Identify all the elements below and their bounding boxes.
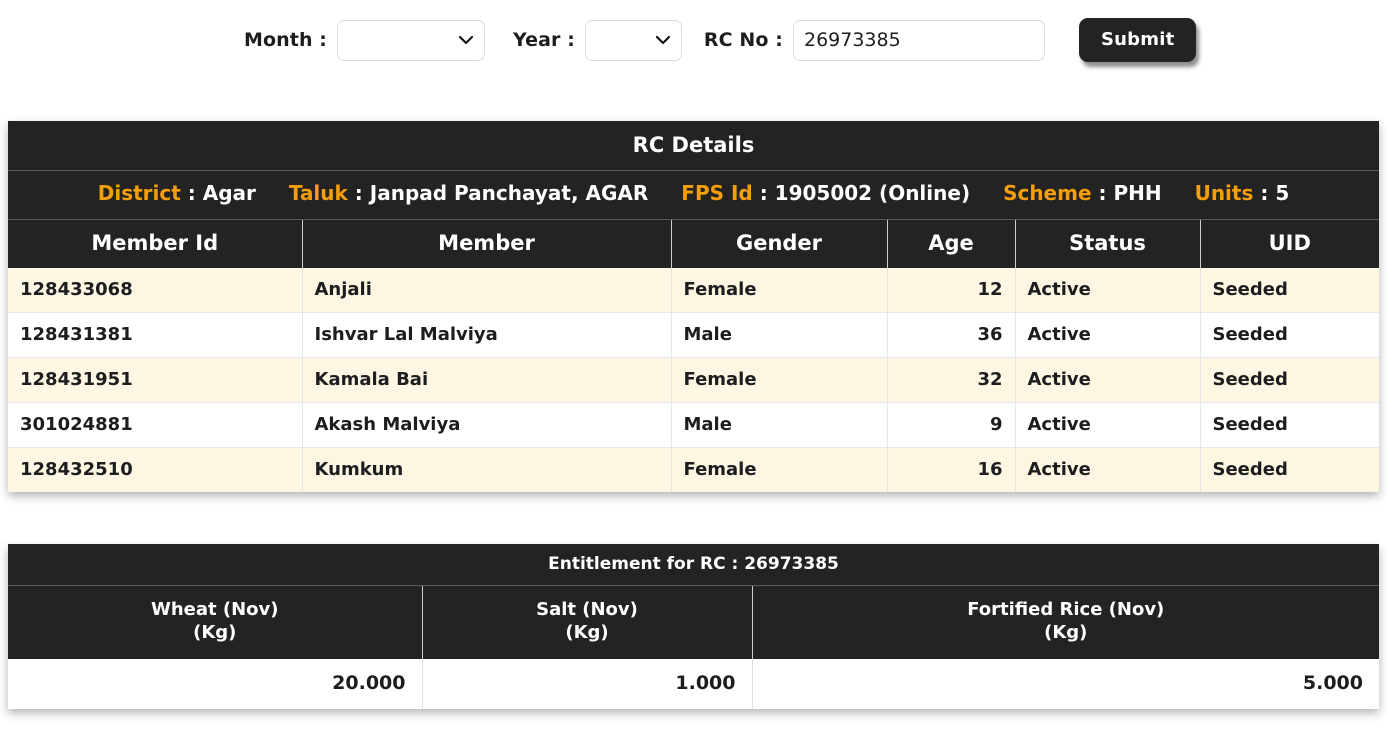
cell-uid: Seeded xyxy=(1200,447,1379,492)
col-member-id: Member Id xyxy=(8,219,303,268)
meta-fps-id-key: FPS Id xyxy=(681,181,753,205)
filter-bar: Month : Year : RC No : Submit xyxy=(0,0,1387,76)
cell-salt-value: 1.000 xyxy=(422,659,753,710)
col-member: Member xyxy=(302,219,672,268)
meta-taluk: Taluk : Janpad Panchayat, AGAR xyxy=(289,181,655,205)
meta-scheme-sep: : xyxy=(1091,181,1114,205)
meta-fps-id-value: 1905002 (Online) xyxy=(774,181,971,205)
table-row: 128431951 Kamala Bai Female 32 Active Se… xyxy=(8,357,1379,403)
col-wheat: Wheat (Nov) (Kg) xyxy=(8,585,423,660)
col-fortified-rice-unit: (Kg) xyxy=(1044,622,1088,644)
entitlement-title: Entitlement for RC : 26973385 xyxy=(8,543,1379,586)
meta-fps-id: FPS Id : 1905002 (Online) xyxy=(681,181,977,205)
meta-district: District : Agar xyxy=(98,181,263,205)
col-salt: Salt (Nov) (Kg) xyxy=(422,585,753,660)
col-fortified-rice: Fortified Rice (Nov) (Kg) xyxy=(752,585,1379,660)
cell-member: Kamala Bai xyxy=(302,357,672,403)
members-header-row: Member Id Member Gender Age Status UID xyxy=(8,219,1379,268)
cell-member: Akash Malviya xyxy=(302,402,672,448)
members-table-head: Member Id Member Gender Age Status UID xyxy=(8,219,1379,268)
cell-status: Active xyxy=(1015,357,1201,403)
col-salt-unit: (Kg) xyxy=(565,622,609,644)
meta-scheme-value: PHH xyxy=(1113,181,1162,205)
meta-units-sep: : xyxy=(1253,181,1276,205)
rc-details-title: RC Details xyxy=(8,121,1379,171)
entitlement-panel: Entitlement for RC : 26973385 Wheat (Nov… xyxy=(8,543,1379,710)
meta-units-key: Units xyxy=(1194,181,1254,205)
rc-no-label: RC No : xyxy=(703,29,783,51)
rc-meta-row: District : Agar Taluk : Janpad Panchayat… xyxy=(8,171,1379,220)
col-age: Age xyxy=(887,219,1016,268)
cell-uid: Seeded xyxy=(1200,357,1379,403)
entitlement-table-head: Wheat (Nov) (Kg) Salt (Nov) (Kg) Fortifi… xyxy=(8,585,1379,660)
entitlement-table: Wheat (Nov) (Kg) Salt (Nov) (Kg) Fortifi… xyxy=(8,585,1379,710)
cell-wheat-value: 20.000 xyxy=(8,659,423,710)
meta-taluk-key: Taluk xyxy=(288,181,348,205)
cell-uid: Seeded xyxy=(1200,402,1379,448)
cell-status: Active xyxy=(1015,312,1201,358)
rc-details-panel: RC Details District : Agar Taluk : Janpa… xyxy=(8,121,1379,492)
col-uid: UID xyxy=(1200,219,1379,268)
table-row: 128432510 Kumkum Female 16 Active Seeded xyxy=(8,447,1379,492)
entitlement-header-row: Wheat (Nov) (Kg) Salt (Nov) (Kg) Fortifi… xyxy=(8,585,1379,660)
meta-units-value: 5 xyxy=(1275,181,1290,205)
cell-member: Ishvar Lal Malviya xyxy=(302,312,672,358)
cell-member-id: 128433068 xyxy=(8,267,303,313)
cell-status: Active xyxy=(1015,447,1201,492)
col-gender: Gender xyxy=(671,219,888,268)
entitlement-table-body: 20.000 1.000 5.000 xyxy=(8,659,1379,710)
cell-member-id: 128431381 xyxy=(8,312,303,358)
cell-uid: Seeded xyxy=(1200,312,1379,358)
col-wheat-name: Wheat (Nov) xyxy=(150,598,279,620)
cell-fortified-rice-value: 5.000 xyxy=(752,659,1379,710)
cell-uid: Seeded xyxy=(1200,267,1379,313)
cell-gender: Female xyxy=(671,357,888,403)
table-row: 20.000 1.000 5.000 xyxy=(8,659,1379,710)
cell-age: 32 xyxy=(887,357,1016,403)
meta-district-sep: : xyxy=(180,181,203,205)
year-label: Year : xyxy=(513,29,575,51)
col-salt-name: Salt (Nov) xyxy=(536,598,638,620)
cell-gender: Female xyxy=(671,267,888,313)
cell-gender: Female xyxy=(671,447,888,492)
page-root: Month : Year : RC No : Submit RC Details… xyxy=(0,0,1387,737)
cell-gender: Male xyxy=(671,402,888,448)
cell-member-id: 128432510 xyxy=(8,447,303,492)
meta-fps-id-sep: : xyxy=(752,181,775,205)
month-label: Month : xyxy=(244,29,328,51)
year-select-wrapper xyxy=(575,19,682,61)
col-wheat-unit: (Kg) xyxy=(193,622,237,644)
meta-taluk-sep: : xyxy=(347,181,370,205)
cell-age: 9 xyxy=(887,402,1016,448)
rc-no-input[interactable] xyxy=(792,19,1045,61)
meta-scheme: Scheme : PHH xyxy=(1003,181,1169,205)
meta-district-value: Agar xyxy=(202,181,256,205)
cell-status: Active xyxy=(1015,402,1201,448)
meta-scheme-key: Scheme xyxy=(1003,181,1092,205)
month-select-wrapper xyxy=(327,19,486,61)
cell-age: 36 xyxy=(887,312,1016,358)
month-select[interactable] xyxy=(337,19,486,61)
col-status: Status xyxy=(1015,219,1201,268)
table-row: 128431381 Ishvar Lal Malviya Male 36 Act… xyxy=(8,312,1379,358)
submit-button[interactable]: Submit xyxy=(1078,18,1197,62)
table-row: 301024881 Akash Malviya Male 9 Active Se… xyxy=(8,402,1379,448)
table-row: 128433068 Anjali Female 12 Active Seeded xyxy=(8,267,1379,313)
meta-units: Units : 5 xyxy=(1195,181,1290,205)
cell-gender: Male xyxy=(671,312,888,358)
members-table-body: 128433068 Anjali Female 12 Active Seeded… xyxy=(8,267,1379,492)
cell-member-id: 301024881 xyxy=(8,402,303,448)
col-fortified-rice-name: Fortified Rice (Nov) xyxy=(967,598,1165,620)
members-table: Member Id Member Gender Age Status UID 1… xyxy=(8,219,1379,492)
cell-age: 12 xyxy=(887,267,1016,313)
meta-taluk-value: Janpad Panchayat, AGAR xyxy=(369,181,649,205)
cell-age: 16 xyxy=(887,447,1016,492)
cell-status: Active xyxy=(1015,267,1201,313)
cell-member-id: 128431951 xyxy=(8,357,303,403)
cell-member: Kumkum xyxy=(302,447,672,492)
meta-district-key: District xyxy=(97,181,181,205)
year-select[interactable] xyxy=(584,19,682,61)
cell-member: Anjali xyxy=(302,267,672,313)
